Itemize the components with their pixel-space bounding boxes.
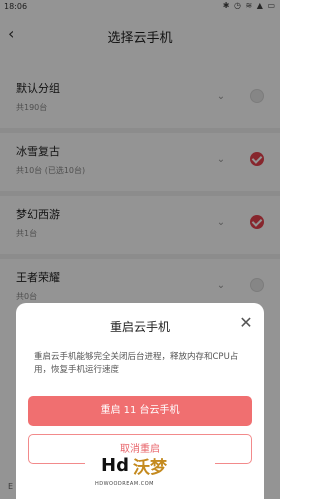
dialog-title: 重启云手机 — [109, 320, 170, 334]
watermark-brand-cn: 沃梦 — [133, 458, 167, 478]
close-icon[interactable]: ✕ — [238, 315, 254, 331]
watermark-logo: Hd 沃梦 HDWOODREAM.COM — [85, 453, 215, 499]
dialog-message: 重启云手机能够完全关闭后台进程，释放内存和CPU占用，恢复手机运行速度 — [34, 352, 239, 375]
restart-button[interactable]: 重启 11 台云手机 — [28, 396, 252, 426]
watermark-brand: Hd — [101, 455, 129, 476]
watermark-url: HDWOODREAM.COM — [95, 481, 154, 487]
